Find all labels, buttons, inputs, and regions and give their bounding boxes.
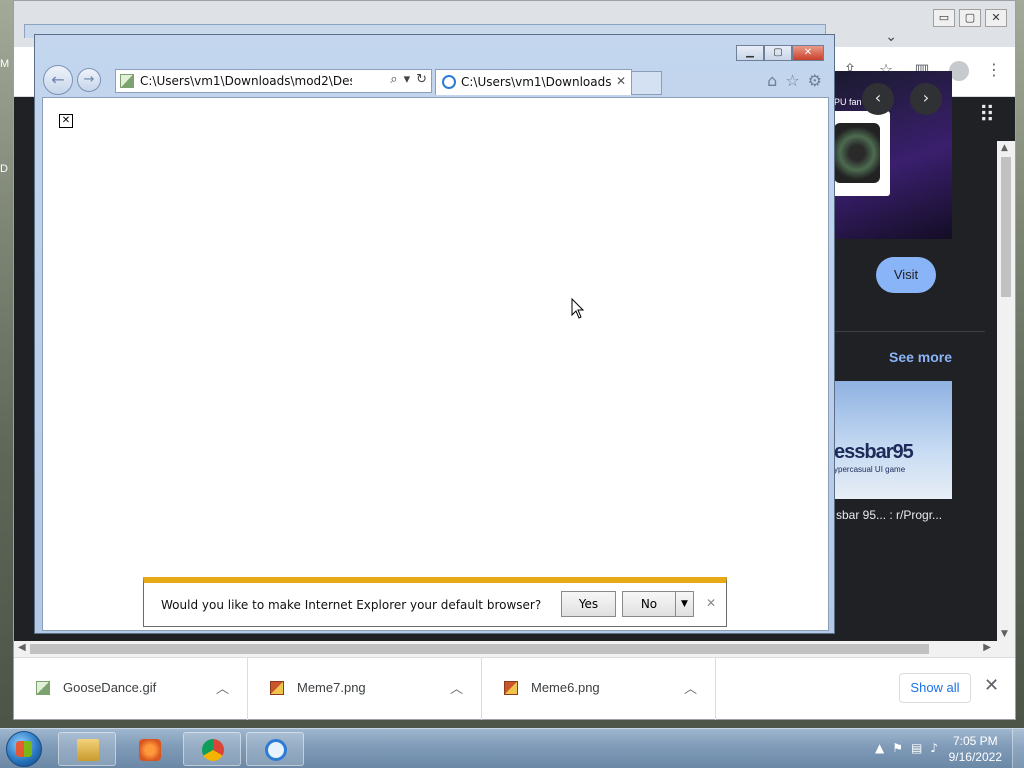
desktop-label-fragment: M — [0, 58, 10, 70]
broken-image-icon: ✕ — [59, 114, 73, 128]
window-controls: ▭ ▢ ✕ — [933, 9, 1007, 27]
dropdown-arrow-icon[interactable]: ▼ — [676, 591, 694, 617]
download-filename: GooseDance.gif — [63, 680, 157, 695]
taskbar: ▲ ⚑ ▤ ♪ 7:05 PM 9/16/2022 — [0, 728, 1024, 768]
forward-arrow-icon[interactable]: → — [77, 68, 101, 92]
maximize-button[interactable]: ▢ — [764, 45, 792, 61]
download-item[interactable]: Meme7.png ︿ — [248, 658, 482, 720]
download-item[interactable]: Meme6.png ︿ — [482, 658, 716, 720]
result-thumbnail[interactable]: essbar95 ypercasual UI game — [834, 381, 952, 499]
media-player-icon — [139, 739, 161, 761]
maximize-button[interactable]: ▢ — [959, 9, 981, 27]
window-controls: ▁ ▢ ✕ — [736, 45, 824, 61]
tools-gear-icon[interactable]: ⚙ — [808, 71, 822, 90]
visit-button[interactable]: Visit — [876, 257, 936, 293]
download-item[interactable]: GooseDance.gif ︿ — [14, 658, 248, 720]
folder-icon — [77, 739, 99, 761]
dropdown-arrow-icon[interactable]: ▾ — [404, 72, 411, 87]
carousel-next-icon[interactable]: › — [910, 83, 942, 115]
tab-title: C:\Users\vm1\Downloads\... — [461, 75, 611, 89]
action-center-icon[interactable]: ⚑ — [892, 741, 903, 755]
close-icon[interactable]: ✕ — [706, 596, 716, 610]
browser-tab[interactable]: C:\Users\vm1\Downloads\... ✕ — [435, 69, 632, 95]
mouse-cursor-icon — [571, 298, 585, 319]
explorer-taskbar-button[interactable] — [58, 732, 116, 766]
volume-icon[interactable]: ♪ — [930, 741, 938, 755]
search-icon[interactable]: ⌕ — [390, 72, 397, 87]
minimize-button[interactable]: ▭ — [933, 9, 955, 27]
scroll-right-icon[interactable]: ▶ — [983, 642, 991, 653]
yes-button[interactable]: Yes — [561, 591, 616, 617]
download-filename: Meme6.png — [531, 680, 600, 695]
chevron-up-icon[interactable]: ︿ — [684, 678, 697, 697]
close-tab-icon[interactable]: ✕ — [616, 74, 626, 88]
see-more-link[interactable]: See more — [889, 349, 952, 365]
scroll-up-icon[interactable]: ▲ — [1001, 143, 1008, 153]
horizontal-scrollbar[interactable]: ◀ ▶ — [14, 641, 1015, 657]
carousel-label: PU fan — [834, 97, 862, 107]
system-tray: ▲ ⚑ ▤ ♪ — [875, 741, 938, 755]
clock-time: 7:05 PM — [952, 734, 998, 748]
scroll-thumb[interactable] — [30, 644, 929, 654]
show-desktop-button[interactable] — [1012, 729, 1024, 768]
back-arrow-icon[interactable]: ← — [43, 65, 73, 95]
minimize-button[interactable]: ▁ — [736, 45, 764, 61]
start-button[interactable] — [6, 731, 42, 767]
default-browser-notification: Would you like to make Internet Explorer… — [143, 577, 727, 627]
home-icon[interactable]: ⌂ — [767, 71, 777, 90]
result-caption[interactable]: sbar 95... : r/Progr... — [836, 508, 942, 522]
thumbnail-title: essbar95 — [834, 441, 914, 463]
image-file-icon — [504, 681, 518, 695]
thumbnail-subtitle: ypercasual UI game — [834, 465, 906, 474]
ie-logo-icon — [265, 739, 287, 761]
ie-logo-icon — [442, 75, 456, 89]
apps-grid-icon[interactable]: ⠿ — [979, 103, 995, 128]
desktop-label-fragment: D — [0, 163, 8, 175]
show-hidden-icons-icon[interactable]: ▲ — [875, 741, 884, 755]
no-button[interactable]: No — [622, 591, 676, 617]
new-tab-button[interactable] — [632, 71, 662, 95]
media-player-taskbar-button[interactable] — [120, 732, 178, 766]
clock[interactable]: 7:05 PM 9/16/2022 — [949, 733, 1002, 765]
show-all-button[interactable]: Show all — [899, 673, 971, 703]
image-file-icon — [36, 681, 50, 695]
address-bar[interactable]: C:\Users\vm1\Downloads\mod2\DesktopGo ⌕ … — [115, 69, 432, 93]
close-icon[interactable]: ✕ — [984, 675, 999, 696]
download-bar: GooseDance.gif ︿ Meme7.png ︿ Meme6.png ︿… — [14, 657, 1015, 720]
menu-kebab-icon[interactable]: ⋮ — [985, 61, 1003, 79]
scroll-down-icon[interactable]: ▼ — [1001, 629, 1008, 639]
chevron-up-icon[interactable]: ︿ — [216, 678, 229, 697]
chrome-taskbar-button[interactable] — [183, 732, 241, 766]
notification-message: Would you like to make Internet Explorer… — [161, 598, 542, 612]
image-file-icon — [270, 681, 284, 695]
chrome-icon — [202, 739, 224, 761]
refresh-icon[interactable]: ↻ — [416, 72, 427, 87]
close-button[interactable]: ✕ — [792, 45, 824, 61]
windows-logo-icon — [16, 741, 32, 757]
image-file-icon — [120, 74, 134, 88]
ie-window: ▁ ▢ ✕ ← → C:\Users\vm1\Downloads\mod2\De… — [34, 34, 835, 634]
download-filename: Meme7.png — [297, 680, 366, 695]
favorites-star-icon[interactable]: ☆ — [785, 71, 799, 90]
fan-image — [834, 123, 880, 183]
network-icon[interactable]: ▤ — [911, 741, 922, 755]
close-button[interactable]: ✕ — [985, 9, 1007, 27]
chevron-up-icon[interactable]: ︿ — [450, 678, 463, 697]
carousel-prev-icon[interactable]: ‹ — [862, 83, 894, 115]
address-text[interactable]: C:\Users\vm1\Downloads\mod2\DesktopGo — [140, 74, 352, 88]
tab-search-button[interactable]: ⌄ — [885, 29, 897, 45]
clock-date: 9/16/2022 — [948, 750, 1002, 764]
page-content: ✕ — [42, 97, 829, 631]
vertical-scrollbar[interactable]: ▲ ▼ — [997, 141, 1015, 641]
scroll-thumb[interactable] — [1001, 157, 1011, 297]
ie-taskbar-button[interactable] — [246, 732, 304, 766]
scroll-left-icon[interactable]: ◀ — [18, 642, 26, 653]
